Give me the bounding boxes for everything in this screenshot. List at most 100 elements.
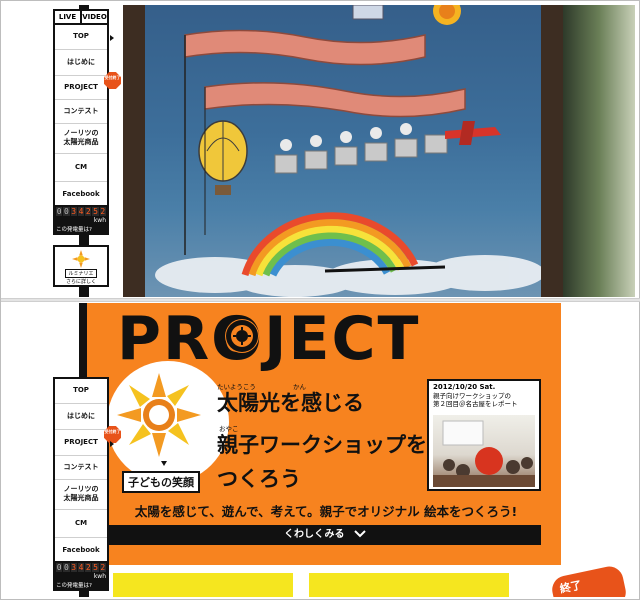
nav-item-cm[interactable]: CM xyxy=(55,510,107,538)
digit: 2 xyxy=(99,563,106,572)
ruby-oyako: おやこ xyxy=(219,425,239,433)
yellow-tile xyxy=(113,573,293,597)
counter-unit: kwh xyxy=(93,217,106,224)
sun-decoration xyxy=(433,5,461,25)
chevron-down-icon xyxy=(354,530,366,538)
hot-air-balloon xyxy=(198,120,248,195)
nav-item-products[interactable]: ノーリツの 太陽光商品 xyxy=(55,124,107,154)
airplane xyxy=(445,121,501,145)
luminarie-more: さらに詳しく xyxy=(65,279,96,285)
more-button-label: くわしくみる xyxy=(284,529,345,540)
top-section: LIVE VIDEO TOP はじめに PROJECT 受付終了 コンテスト ノー… xyxy=(7,5,635,297)
nav-label: TOP xyxy=(73,386,89,394)
news-title: 親子向けワークショップの 第２回目＠名古屋をレポート xyxy=(433,392,518,408)
nav-label: コンテスト xyxy=(63,463,99,471)
digit: 2 xyxy=(85,207,92,216)
nav-item-project[interactable]: PROJECT 受付終了 xyxy=(55,72,121,100)
digit: 0 xyxy=(63,207,70,216)
digit: 3 xyxy=(70,207,77,216)
sun-icon xyxy=(72,250,90,268)
section-divider xyxy=(1,298,640,302)
news-card[interactable]: 2012/10/20 Sat. 親子向けワークショップの 第２回目＠名古屋をレポ… xyxy=(427,379,541,491)
luminarie-label: ルミナリエ xyxy=(65,269,97,278)
digit: 2 xyxy=(85,563,92,572)
digit: 5 xyxy=(92,563,99,572)
diorama-scene xyxy=(145,5,541,297)
ruby-taiyoukou: たいようこう xyxy=(217,383,256,391)
yellow-tile xyxy=(309,573,509,597)
rainbow xyxy=(241,212,419,277)
video-tab[interactable]: VIDEO xyxy=(82,11,107,23)
background-foliage xyxy=(563,5,635,297)
solar-panel xyxy=(352,5,384,20)
project-section: PROJECT 子どもの笑顔 たいようこう かん 太陽光を感じる おやこ 親子ワ… xyxy=(7,303,635,597)
page-frame: LIVE VIDEO TOP はじめに PROJECT 受付終了 コンテスト ノー… xyxy=(0,0,640,600)
next-section-peek xyxy=(103,565,563,597)
nav-label: はじめに xyxy=(67,58,95,66)
arrow-right-icon xyxy=(110,440,114,447)
digit: 0 xyxy=(63,563,70,572)
side-nav: LIVE VIDEO TOP はじめに PROJECT 受付終了 コンテスト ノー… xyxy=(53,9,121,210)
power-counter: 0 0 3 4 2 5 2 kwh この発電量は? xyxy=(53,205,109,235)
headline-line-3: つくろう xyxy=(217,467,301,491)
nav-label: コンテスト xyxy=(63,107,99,115)
diorama-photo xyxy=(123,5,563,297)
more-button[interactable]: くわしくみる xyxy=(109,525,541,545)
news-date: 2012/10/20 Sat. xyxy=(433,383,496,391)
clouds xyxy=(155,255,541,297)
project-subtitle: 太陽を感じて、遊んで、考えて。親子でオリジナル 絵本をつくろう! xyxy=(134,504,518,519)
luminarie-link[interactable]: ルミナリエ さらに詳しく xyxy=(53,245,109,287)
nav-item-products[interactable]: ノーリツの 太陽光商品 xyxy=(55,480,107,510)
digit: 5 xyxy=(92,207,99,216)
nav-label: ノーリツの 太陽光商品 xyxy=(63,129,99,146)
live-tab[interactable]: LIVE xyxy=(55,11,82,23)
project-panel: PROJECT 子どもの笑顔 たいようこう かん 太陽光を感じる おやこ 親子ワ… xyxy=(87,303,561,565)
arrow-right-icon xyxy=(110,35,114,41)
digit: 0 xyxy=(56,207,63,216)
counter-unit: kwh xyxy=(93,573,106,580)
ruby-kan: かん xyxy=(293,383,306,391)
nav-label: TOP xyxy=(73,32,89,40)
closed-badge: 受付終了 xyxy=(104,72,121,89)
nav-label: PROJECT xyxy=(64,83,98,91)
banners xyxy=(184,29,466,118)
workshop-photo xyxy=(433,420,535,487)
smile-badge: 子どもの笑顔 xyxy=(122,471,200,493)
nav-item-top[interactable]: TOP xyxy=(55,379,107,404)
nav-item-cm[interactable]: CM xyxy=(55,154,107,182)
nav-item-intro[interactable]: はじめに xyxy=(55,50,107,76)
smile-circle xyxy=(107,361,229,483)
counter-digits: 0 0 3 4 2 5 2 xyxy=(56,207,106,216)
digit: 4 xyxy=(77,563,85,572)
nav-item-project[interactable]: PROJECT 受付終了 xyxy=(55,426,121,456)
figures xyxy=(274,134,448,174)
power-counter: 0 0 3 4 2 5 2 kwh この発電量は? xyxy=(53,561,109,591)
right-peek: 終了 xyxy=(549,553,635,597)
headline-line-1: 太陽光を感じる xyxy=(217,391,364,415)
digit: 0 xyxy=(56,563,63,572)
news-photo xyxy=(433,415,535,487)
nav-label: ノーリツの 太陽光商品 xyxy=(63,485,99,502)
nav-label: Facebook xyxy=(62,190,100,198)
live-video-switch: LIVE VIDEO xyxy=(55,11,107,25)
side-nav: TOP はじめに PROJECT 受付終了 コンテスト ノーリツの 太陽光商品 C… xyxy=(53,377,121,566)
digit: 3 xyxy=(70,563,77,572)
nav-item-contest[interactable]: コンテスト xyxy=(55,456,107,480)
digit: 4 xyxy=(77,207,85,216)
nav-item-intro[interactable]: はじめに xyxy=(55,404,107,430)
nav-label: はじめに xyxy=(67,412,95,420)
nav-label: CM xyxy=(74,163,88,171)
nav-label: CM xyxy=(74,519,88,527)
counter-digits: 0 0 3 4 2 5 2 xyxy=(56,563,106,572)
nav-item-top[interactable]: TOP xyxy=(55,25,114,50)
counter-info-link[interactable]: この発電量は? xyxy=(56,581,106,589)
counter-info-link[interactable]: この発電量は? xyxy=(56,225,106,233)
nav-item-contest[interactable]: コンテスト xyxy=(55,100,107,124)
digit: 2 xyxy=(99,207,106,216)
nav-label: PROJECT xyxy=(64,438,98,446)
sun-flower-icon xyxy=(117,373,201,466)
nav-label: Facebook xyxy=(62,546,100,554)
diorama-illustration xyxy=(155,5,541,297)
sun-o-icon xyxy=(225,319,259,353)
headline-line-2: 親子ワークショップを xyxy=(217,433,427,457)
